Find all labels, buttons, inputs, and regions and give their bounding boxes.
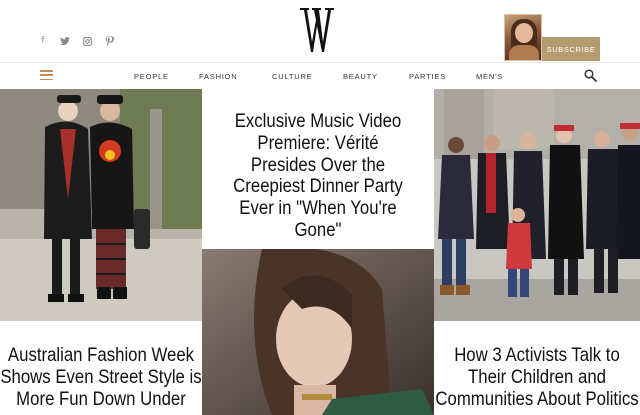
cover-model-face (515, 23, 533, 43)
nav-item-fashion[interactable]: FASHION (199, 72, 238, 81)
article-headline-right[interactable]: How 3 Activists Talk to Their Children a… (433, 344, 640, 410)
music-video-photo[interactable] (202, 249, 434, 415)
hamburger-icon[interactable] (40, 70, 53, 80)
article-headline-left[interactable]: Australian Fashion Week Shows Even Stree… (0, 344, 205, 410)
instagram-icon[interactable] (82, 36, 92, 46)
twitter-icon[interactable] (60, 36, 70, 46)
nav-item-culture[interactable]: CULTURE (272, 72, 312, 81)
magazine-cover-thumbnail[interactable] (504, 14, 542, 61)
social-links: f (38, 36, 114, 46)
w-logo-mark (300, 8, 334, 52)
nav-item-people[interactable]: PEOPLE (134, 72, 169, 81)
site-header: f SUBSCRIBE PEOPLE FASHION CULTURE BEAUT… (0, 0, 640, 89)
nav-item-mens[interactable]: MEN'S (476, 72, 503, 81)
nav-item-parties[interactable]: PARTIES (409, 72, 446, 81)
subscribe-button[interactable]: SUBSCRIBE (542, 37, 600, 61)
search-icon[interactable] (584, 69, 597, 82)
cover-model-body (509, 45, 539, 60)
facebook-icon[interactable]: f (38, 36, 48, 46)
activists-photo[interactable] (434, 89, 640, 321)
article-card-left[interactable]: Australian Fashion Week Shows Even Stree… (0, 89, 202, 415)
main-nav: PEOPLE FASHION CULTURE BEAUTY PARTIES ME… (0, 62, 640, 89)
pinterest-icon[interactable] (104, 36, 114, 46)
article-headline-middle[interactable]: Exclusive Music Video Premiere: Vérité P… (230, 110, 405, 242)
article-card-right[interactable]: How 3 Activists Talk to Their Children a… (434, 89, 640, 415)
w-magazine-logo[interactable] (300, 6, 334, 54)
nav-item-beauty[interactable]: BEAUTY (343, 72, 378, 81)
street-style-photo[interactable] (0, 89, 202, 321)
article-card-middle[interactable]: Exclusive Music Video Premiere: Vérité P… (202, 89, 434, 415)
